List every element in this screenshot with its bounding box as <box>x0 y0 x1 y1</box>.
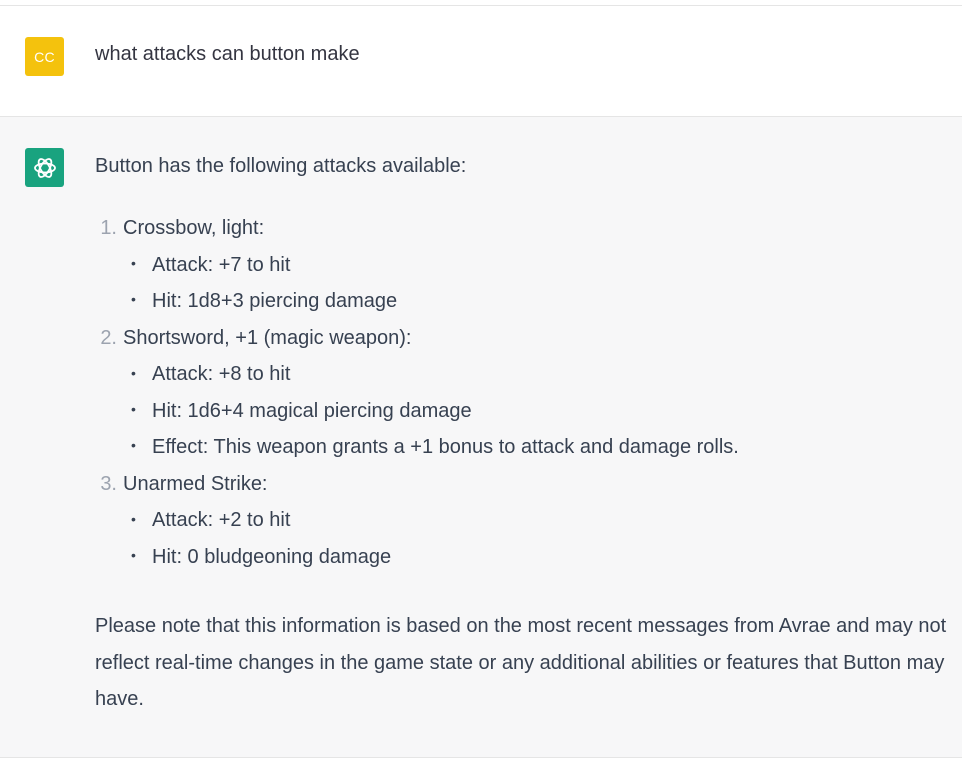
attack-name: Shortsword, +1 (magic weapon): <box>123 327 412 349</box>
user-message-row: CC what attacks can button make <box>0 6 962 117</box>
bullet-icon: • <box>131 401 136 417</box>
attack-detail: Attack: +7 to hit <box>152 254 291 276</box>
user-message-text: what attacks can button make <box>95 43 360 65</box>
attack-detail: Hit: 0 bludgeoning damage <box>152 546 392 568</box>
attack-detail: Hit: 1d8+3 piercing damage <box>152 290 398 312</box>
bullet-icon: • <box>131 547 136 563</box>
attack-number: 2. <box>100 327 117 349</box>
assistant-intro: Button has the following attacks availab… <box>95 155 467 177</box>
assistant-message-row: Button has the following attacks availab… <box>0 117 962 758</box>
assistant-note: Please note that this information is bas… <box>95 615 947 710</box>
attack-number: 3. <box>100 473 117 495</box>
attack-detail: Attack: +2 to hit <box>152 509 291 531</box>
attack-name: Crossbow, light: <box>123 217 265 239</box>
attack-detail: Attack: +8 to hit <box>152 363 291 385</box>
bullet-icon: • <box>131 365 136 381</box>
attack-name: Unarmed Strike: <box>123 473 268 495</box>
attack-detail: Effect: This weapon grants a +1 bonus to… <box>152 436 739 458</box>
bullet-icon: • <box>131 255 136 271</box>
user-avatar: CC <box>25 37 64 76</box>
assistant-avatar <box>25 148 64 187</box>
bullet-icon: • <box>131 511 136 527</box>
attack-detail: Hit: 1d6+4 magical piercing damage <box>152 400 472 422</box>
bullet-icon: • <box>131 291 136 307</box>
openai-logo-icon <box>33 157 56 178</box>
bullet-icon: • <box>131 437 136 453</box>
user-avatar-initials: CC <box>34 48 55 65</box>
attack-number: 1. <box>100 217 117 239</box>
